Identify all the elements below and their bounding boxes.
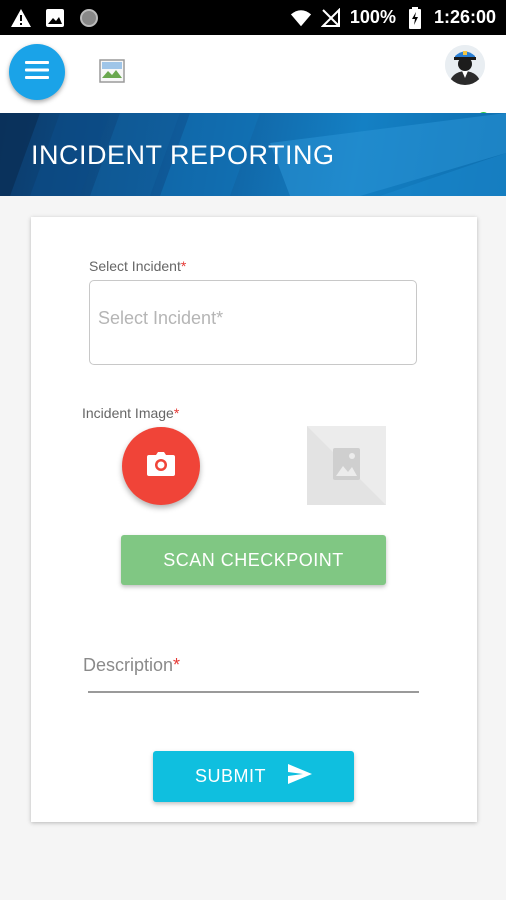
submit-button[interactable]: SUBMIT xyxy=(153,751,354,802)
image-notification-icon xyxy=(44,7,66,29)
no-signal-icon xyxy=(320,7,342,29)
page-banner: INCIDENT REPORTING xyxy=(0,113,506,196)
required-marker: * xyxy=(180,258,187,274)
submit-label: SUBMIT xyxy=(194,766,266,786)
clock-time: 1:26:00 xyxy=(433,7,496,27)
select-incident-label-text: Select Incident xyxy=(89,258,181,274)
send-icon xyxy=(288,764,312,789)
description-label[interactable]: Description* xyxy=(83,655,180,676)
incident-form-card: Select Incident* Select Incident* Incide… xyxy=(31,217,477,822)
required-marker: * xyxy=(173,405,180,421)
menu-button[interactable] xyxy=(9,44,65,100)
battery-charging-icon xyxy=(404,6,426,29)
image-preview-placeholder xyxy=(307,426,386,505)
description-label-text: Description xyxy=(83,655,174,675)
description-input-underline[interactable] xyxy=(88,691,419,693)
camera-button[interactable] xyxy=(122,427,200,505)
scan-checkpoint-button[interactable]: SCAN CHECKPOINT xyxy=(121,535,386,585)
warning-icon xyxy=(10,7,32,29)
image-icon xyxy=(307,426,386,505)
incident-image-label-text: Incident Image xyxy=(82,405,174,421)
required-marker: * xyxy=(173,655,181,675)
battery-percent: 100% xyxy=(349,7,396,27)
hamburger-icon xyxy=(25,60,49,84)
wifi-icon xyxy=(290,7,312,29)
select-incident-dropdown[interactable]: Select Incident* xyxy=(89,280,417,365)
select-incident-label: Select Incident* xyxy=(89,258,186,274)
page-title: INCIDENT REPORTING xyxy=(31,140,335,170)
avatar[interactable] xyxy=(445,45,485,85)
incident-image-label: Incident Image* xyxy=(82,405,179,421)
status-bar: 100% 1:26:00 xyxy=(0,0,506,35)
app-bar xyxy=(0,35,506,125)
circle-notification-icon xyxy=(78,7,100,29)
broken-image-icon xyxy=(99,59,125,83)
select-incident-placeholder: Select Incident* xyxy=(98,308,224,328)
camera-icon xyxy=(147,451,175,481)
